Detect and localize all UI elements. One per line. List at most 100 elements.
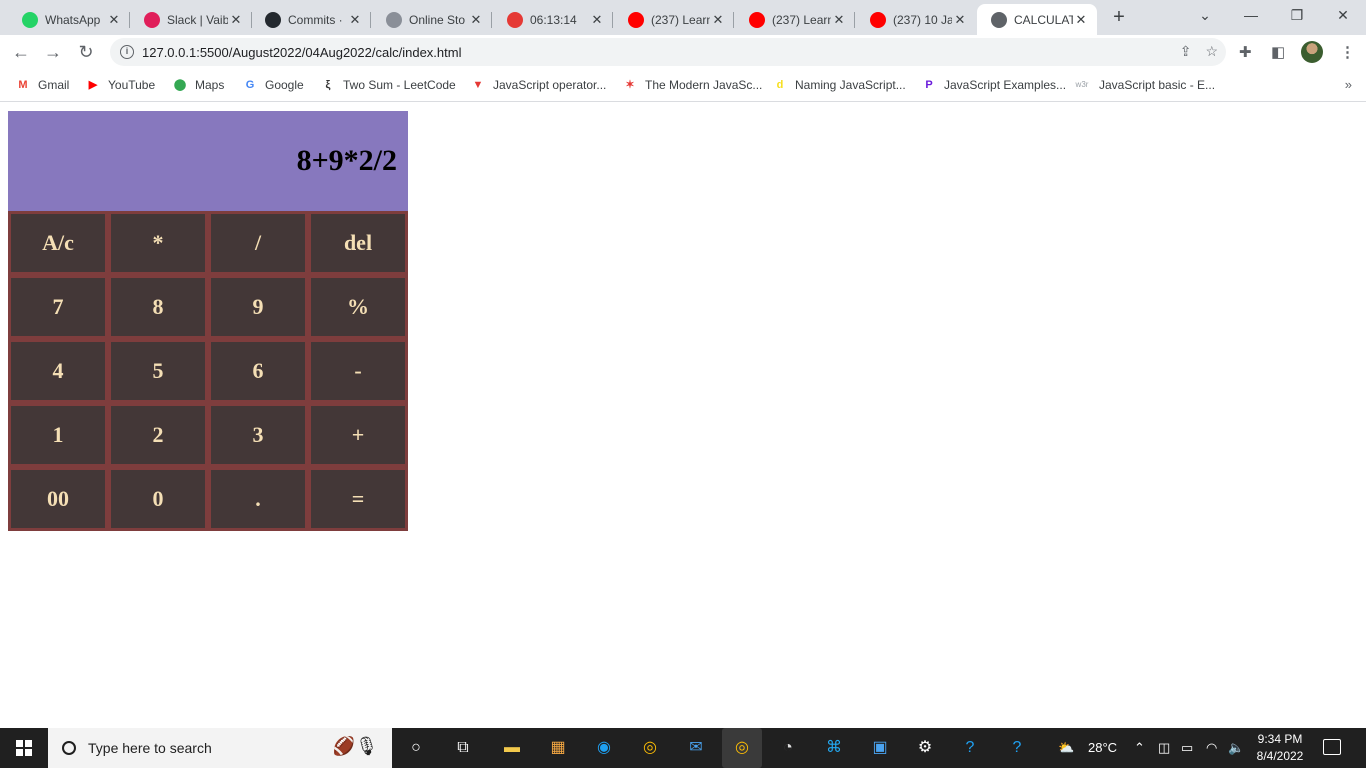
programiz-icon: P — [925, 79, 933, 91]
calc-key[interactable]: 5 — [108, 339, 208, 403]
forward-button[interactable]: → — [40, 39, 66, 65]
bookmark-item[interactable]: ✶ The Modern JavaSc... — [622, 77, 762, 93]
calc-key[interactable]: 0 — [108, 467, 208, 531]
weather-temp[interactable]: 28°C — [1088, 740, 1117, 755]
get-help-icon[interactable]: ? — [1005, 736, 1029, 760]
taskbar-search-box[interactable]: Type here to search 🏈🎙 — [48, 728, 392, 768]
youtube-icon: ▶ — [88, 79, 98, 91]
calc-key[interactable]: 1 — [8, 403, 108, 467]
browser-tab[interactable]: Online Sto ✕ — [372, 4, 492, 35]
store-icon[interactable]: ▦ — [546, 736, 570, 760]
share-icon[interactable]: ⇪ — [1180, 43, 1192, 60]
bookmark-item[interactable]: G Google — [242, 77, 304, 93]
address-bar[interactable]: i 127.0.0.1:5500/August2022/04Aug2022/ca… — [110, 38, 1226, 66]
weather-icon[interactable]: ⛅ — [1058, 740, 1074, 756]
calc-key[interactable]: % — [308, 275, 408, 339]
calculator: 8+9*2/2 A/c * / del 7 8 9% 4 5 6- 1 2 3 +00 0. = — [8, 111, 408, 535]
bookmark-item[interactable]: M Gmail — [15, 77, 69, 93]
tab-close-icon[interactable]: ✕ — [347, 12, 363, 28]
wifi-icon[interactable]: ◠ — [1206, 740, 1217, 756]
volume-icon[interactable]: 🔈 — [1228, 740, 1244, 756]
bookmark-item[interactable]: w3r JavaScript basic - E... — [1072, 77, 1216, 93]
tab-close-icon[interactable]: ✕ — [710, 12, 726, 28]
tray-chevron-icon[interactable]: ⌃ — [1134, 740, 1145, 756]
calc-key[interactable]: 9 — [208, 275, 308, 339]
bookmark-item[interactable]: ⬤ Maps — [172, 77, 225, 93]
meet-now-icon[interactable]: ◫ — [1158, 740, 1170, 756]
tab-close-icon[interactable]: ✕ — [1073, 12, 1089, 28]
profile-avatar[interactable] — [1301, 41, 1323, 63]
mail-icon[interactable]: ✉ — [684, 736, 708, 760]
calc-key[interactable]: = — [308, 467, 408, 531]
calc-key[interactable]: / — [208, 211, 308, 275]
calc-key[interactable]: . — [208, 467, 308, 531]
tab-close-icon[interactable]: ✕ — [589, 12, 605, 28]
browser-tab[interactable]: Slack | Vaib ✕ — [130, 4, 252, 35]
calc-key[interactable]: A/c — [8, 211, 108, 275]
tab-close-icon[interactable]: ✕ — [831, 12, 847, 28]
tab-close-icon[interactable]: ✕ — [228, 12, 244, 28]
site-info-icon[interactable]: i — [120, 45, 134, 59]
back-button[interactable]: ← — [8, 39, 34, 65]
calc-key[interactable]: 00 — [8, 467, 108, 531]
browser-tab[interactable]: Commits · ✕ — [251, 4, 371, 35]
calc-key[interactable]: * — [108, 211, 208, 275]
browser-tab[interactable]: CALCULAT ✕ — [977, 4, 1097, 35]
browser-tab[interactable]: (237) Learn ✕ — [735, 4, 855, 35]
task-view-icon[interactable]: ⧉ — [451, 736, 475, 760]
calc-key[interactable]: 2 — [108, 403, 208, 467]
kebab-menu-icon[interactable]: ⋮ — [1340, 43, 1355, 61]
dev-icon: d — [776, 79, 784, 91]
calc-key[interactable]: 3 — [208, 403, 308, 467]
side-panel-icon[interactable]: ◧ — [1271, 43, 1285, 61]
bookmark-item[interactable]: ▼ JavaScript operator... — [470, 77, 607, 93]
settings-gear-icon[interactable]: ⚙ — [913, 736, 937, 760]
bookmark-star-icon[interactable]: ☆ — [1205, 43, 1218, 60]
photos-icon[interactable]: ▣ — [868, 736, 892, 760]
new-tab-button[interactable]: + — [1108, 6, 1130, 28]
bookmark-item[interactable]: P JavaScript Examples... — [921, 77, 1066, 93]
calc-key[interactable]: 4 — [8, 339, 108, 403]
url-text[interactable]: 127.0.0.1:5500/August2022/04Aug2022/calc… — [142, 45, 461, 60]
taskbar-clock[interactable]: 9:34 PM 8/4/2022 — [1248, 731, 1312, 765]
chrome-icon[interactable]: ◎ — [638, 736, 662, 760]
battery-icon[interactable]: ▭ — [1181, 740, 1193, 756]
help-icon[interactable]: ? — [958, 736, 982, 760]
more-bookmarks-icon[interactable]: » — [1345, 77, 1352, 92]
reload-button[interactable]: ↻ — [73, 39, 99, 65]
file-explorer-icon[interactable]: ▬ — [500, 736, 524, 760]
notification-center-icon[interactable] — [1323, 739, 1341, 755]
vscode-icon[interactable]: ⌘ — [822, 736, 846, 760]
bookmark-item[interactable]: ξ Two Sum - LeetCode — [320, 77, 456, 93]
edge-icon[interactable]: ◉ — [592, 736, 616, 760]
browser-tab[interactable]: 06:13:14 ✕ — [493, 4, 613, 35]
browser-tab[interactable]: (237) 10 Ja ✕ — [856, 4, 976, 35]
tab-close-icon[interactable]: ✕ — [106, 12, 122, 28]
bookmark-item[interactable]: d Naming JavaScript... — [772, 77, 906, 93]
minimize-button[interactable]: — — [1228, 0, 1274, 30]
calc-key[interactable]: 6 — [208, 339, 308, 403]
calc-key[interactable]: 8 — [108, 275, 208, 339]
calc-key[interactable]: del — [308, 211, 408, 275]
google-icon: G — [245, 79, 255, 91]
extensions-puzzle-icon[interactable]: ✚ — [1239, 43, 1252, 61]
calc-key[interactable]: + — [308, 403, 408, 467]
tab-title: WhatsApp — [45, 12, 101, 27]
clock-app-icon[interactable]: ◔ — [776, 736, 800, 760]
tab-separator — [733, 12, 734, 28]
chrome-active-icon[interactable]: ◎ — [722, 728, 762, 768]
windows-start-icon[interactable] — [16, 740, 32, 756]
restore-button[interactable]: ❐ — [1274, 0, 1320, 30]
tab-close-icon[interactable]: ✕ — [468, 12, 484, 28]
cortana-icon[interactable]: ○ — [404, 736, 428, 760]
globe-icon — [991, 11, 1007, 28]
tab-close-icon[interactable]: ✕ — [952, 12, 968, 28]
browser-tab[interactable]: (237) Learn ✕ — [614, 4, 734, 35]
tab-search-chevron-icon[interactable]: ⌄ — [1182, 0, 1228, 30]
bookmark-item[interactable]: ▶ YouTube — [85, 77, 155, 93]
browser-tab[interactable]: WhatsApp ✕ — [8, 4, 130, 35]
close-window-button[interactable]: ✕ — [1320, 0, 1366, 30]
w3resource-icon: w3r — [1075, 80, 1089, 89]
calc-key[interactable]: - — [308, 339, 408, 403]
calc-key[interactable]: 7 — [8, 275, 108, 339]
